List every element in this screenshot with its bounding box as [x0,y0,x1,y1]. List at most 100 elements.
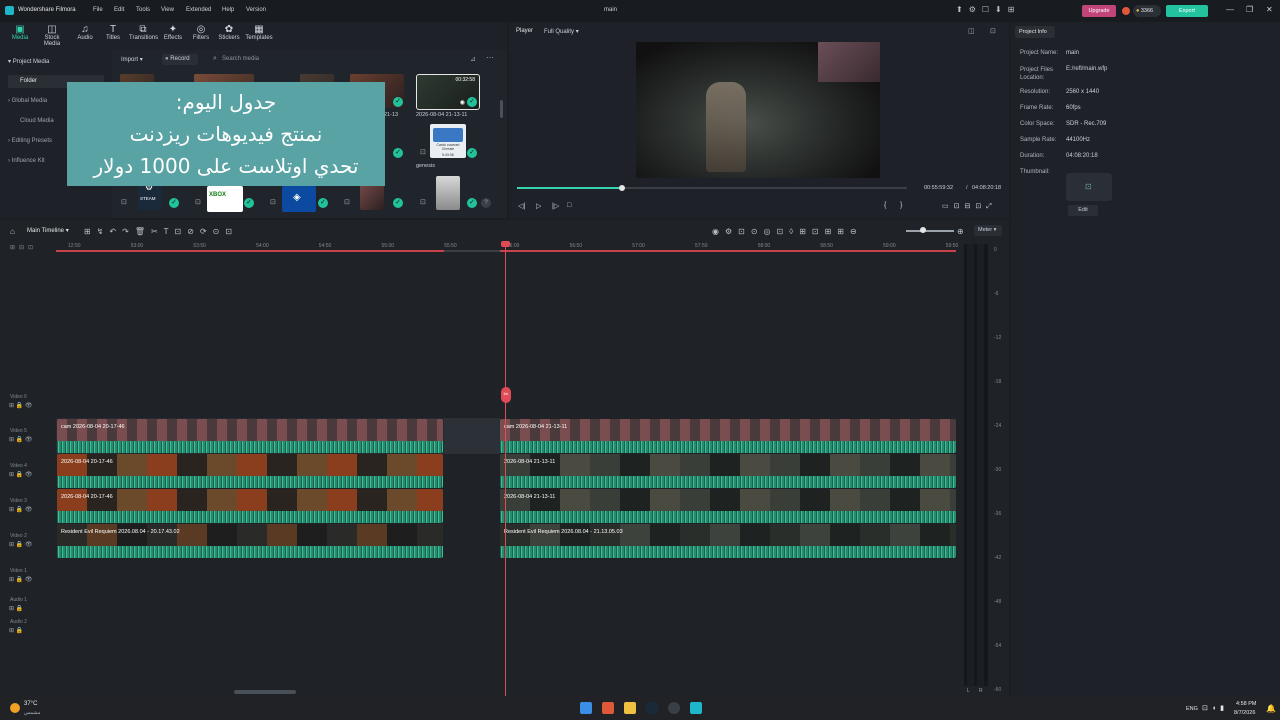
tab-filters[interactable]: ◎ Filters [187,24,215,41]
clip-video4-1[interactable]: 2026-08-04 20-17-46 [57,454,443,488]
track-controls[interactable]: ⊞ 🔒 👁 [9,506,32,513]
minimize-icon[interactable]: — [1226,5,1234,14]
filmora-icon[interactable] [690,702,702,714]
menu-view[interactable]: View [161,7,174,13]
cover-text: Cards coverart Chreate [436,143,460,151]
more-icon[interactable]: ⋯ [486,53,494,62]
timeline-scrollbar[interactable] [234,690,296,694]
thumbnail-preview[interactable]: ⊡ [1066,173,1112,201]
track-controls[interactable]: ⊞ 🔒 👁 [9,541,32,548]
upgrade-button[interactable]: Upgrade [1082,5,1116,17]
clip-video2-2[interactable]: Resident Evil Requiem 2026.08.04 - 21.13… [500,524,956,558]
weather-temp[interactable]: 37°C [24,701,37,707]
zoom-slider[interactable] [906,230,954,232]
ruler-tick-label: 58:00 [757,243,771,249]
home-icon[interactable]: ⌂ [10,227,15,236]
file-explorer-icon[interactable] [624,702,636,714]
track-controls[interactable]: ⊞ 🔒 👁 [9,436,32,443]
menu-tools[interactable]: Tools [136,7,150,13]
tab-transitions[interactable]: ⧉ Transitions [129,24,158,41]
media-thumb[interactable] [436,176,460,210]
timeline-edit-tools[interactable]: ⊞↯↶↷🗑✂T⊡⊘⟳⊙⊡ [84,227,238,236]
credits-badge[interactable]: ● 3366 [1133,5,1161,17]
timeline-title[interactable]: Main Timeline ▾ [27,227,69,234]
tab-titles[interactable]: T Titles [99,24,127,41]
menu-help[interactable]: Help [222,7,234,13]
close-icon[interactable]: ✕ [1266,5,1273,14]
media-thumb-cover[interactable]: Cards coverart Chreate 5:43:36 [430,124,466,158]
tab-stock-media[interactable]: ◫ Stock Media [38,24,66,47]
clip-cam-2[interactable]: cam 2026-08-04 21-13-11 [500,419,956,453]
tab-project-info[interactable]: Project Info [1015,26,1055,38]
sidebar-item-global-media[interactable]: › Global Media [8,98,47,104]
track-controls[interactable]: ⊞ 🔒 [9,627,23,634]
next-frame-icon[interactable]: |▷ [552,202,559,210]
player-progress-track[interactable] [517,187,907,189]
clip-video3-2[interactable]: 2026-08-04 21-13-11 [500,489,956,523]
tab-effects[interactable]: ✦ Effects [159,24,187,41]
language-indicator[interactable]: ENG [1186,706,1198,712]
menu-edit[interactable]: Edit [114,7,124,13]
tray-icons[interactable]: ⊡◖▮ [1202,704,1228,712]
steam-icon[interactable] [646,702,658,714]
media-player-icon[interactable] [668,702,680,714]
menu-version[interactable]: Version [246,7,266,13]
scissor-icon[interactable]: ✂ [501,387,511,403]
windows-start-icon[interactable] [580,702,592,714]
mark-in-icon[interactable]: { [884,202,886,209]
export-button[interactable]: Export [1166,5,1208,17]
track-controls[interactable]: ⊞ 🔒 👁 [9,576,32,583]
clip-video4-2[interactable]: 2026-08-04 21-13-11 [500,454,956,488]
media-thumb[interactable] [360,182,384,210]
meter-scale-label: -18 [994,379,1002,385]
image-icon: ⊡ [121,199,127,206]
sidebar-item-editing-presets[interactable]: › Editing Presets [8,138,52,144]
image-icon: ⊡ [1085,182,1092,191]
clip-video2-1[interactable]: Resident Evil Requiem 2026.08.04 - 20.17… [57,524,443,558]
record-button[interactable]: ● Record [162,54,198,65]
play-icon[interactable]: ▷ [536,202,541,210]
media-thumb-xbox[interactable]: XBOX [207,186,243,212]
track-controls[interactable]: ⊞ 🔒 👁 [9,402,32,409]
track-header-tools[interactable]: ⊞⊟⊡ [10,244,37,251]
zoom-handle[interactable] [920,227,926,233]
clip-video3-1[interactable]: 2026-08-04 20-17-46 [57,489,443,523]
brave-icon[interactable] [602,702,614,714]
quality-dropdown[interactable]: Full Quality ▾ [544,28,579,35]
mark-out-icon[interactable]: } [900,202,902,209]
tab-audio-label: Audio [77,35,93,41]
player-tool-icons[interactable]: ▭⊡⊟⊡⤢ [942,202,997,211]
playhead-handle[interactable] [501,241,510,247]
playhead-line[interactable] [505,242,506,696]
media-scrollbar[interactable] [500,100,503,118]
track-controls[interactable]: ⊞ 🔒 👁 [9,471,32,478]
media-thumb-playstation[interactable]: ◈ [282,186,316,212]
help-icon[interactable]: ? [481,198,491,208]
sidebar-item-cloud-media[interactable]: Cloud Media [20,118,54,124]
tab-media[interactable]: ▣ Media [6,24,34,41]
tab-audio[interactable]: ♫ Audio [71,24,99,41]
track-controls[interactable]: ⊞ 🔒 [9,605,23,612]
sidebar-item-project-media[interactable]: ▾ Project Media [8,58,49,65]
timeline-right-tools[interactable]: ◉⚙⊡⊙◎⊡◊⊞⊡⊞⊞⊖ [712,227,863,236]
tab-templates[interactable]: ▦ Templates [245,24,273,41]
compare-icon[interactable]: ◫ [968,27,975,35]
search-input[interactable]: Search media [222,56,259,62]
cover-duration: 5:43:36 [442,153,454,157]
zoom-in-icon[interactable]: ⊕ [957,227,964,236]
snapshot-icon[interactable]: ⊡ [990,27,996,35]
edit-thumbnail-button[interactable]: Edit [1068,205,1098,216]
menu-extended[interactable]: Extended [186,7,211,13]
menu-file[interactable]: File [93,7,103,13]
filter-icon[interactable]: ⊿ [470,55,476,63]
meter-dropdown[interactable]: Meter ▾ [974,225,1002,236]
maximize-icon[interactable]: ❐ [1246,5,1253,14]
notification-bell-icon[interactable]: 🔔 [1266,704,1276,713]
import-button[interactable]: Import ▾ [121,56,143,63]
stop-icon[interactable]: □ [567,202,571,209]
prev-frame-icon[interactable]: ◁| [518,202,525,210]
clip-cam-1[interactable]: cam 2026-08-04 20-17-46 [57,419,443,453]
tab-stickers[interactable]: ✿ Stickers [215,24,243,41]
ruler-tick-label: 55:00 [381,243,395,249]
sidebar-item-influence-kit[interactable]: › Influence Kit [8,158,45,164]
